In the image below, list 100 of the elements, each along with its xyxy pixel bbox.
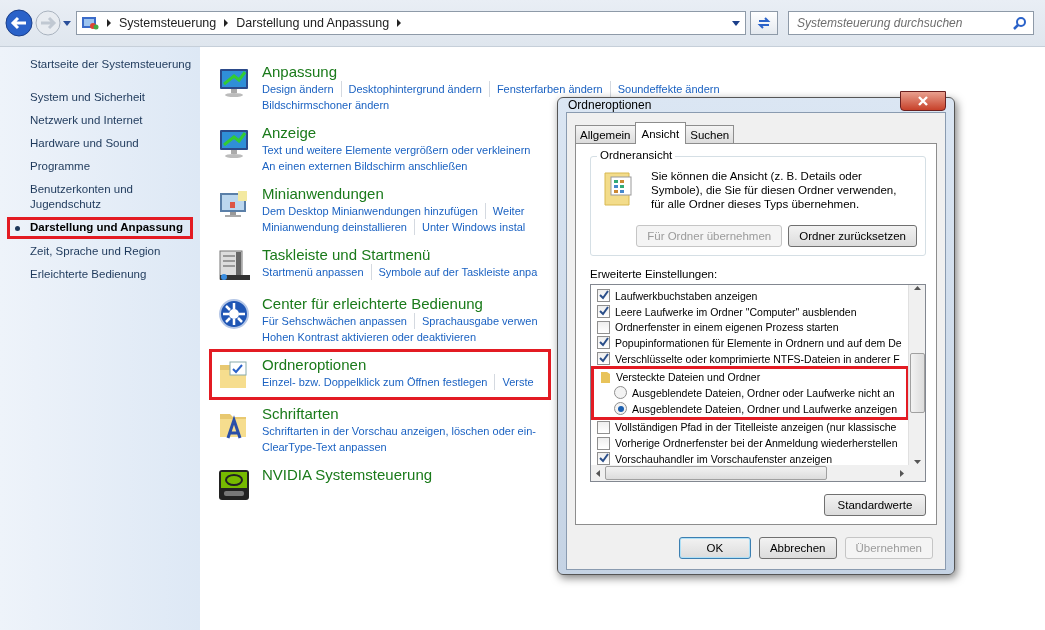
task-link[interactable]: Symbole auf der Taskleiste anpa (370, 264, 545, 280)
category-title[interactable]: Ordneroptionen (262, 355, 541, 374)
scroll-left-icon (595, 468, 601, 478)
task-link[interactable]: Für Sehschwächen anpassen (262, 313, 414, 329)
category-title[interactable]: NVIDIA Systemsteuerung (262, 465, 433, 484)
sidebar-item[interactable]: Hardware und Sound (30, 136, 180, 151)
task-link[interactable]: Weiter (484, 203, 532, 219)
back-button-icon (4, 8, 34, 38)
dropdown-caret-icon (731, 19, 741, 27)
sidebar-item[interactable]: Zeit, Sprache und Region (30, 244, 180, 259)
graphics-card-icon (218, 469, 250, 501)
setting-label[interactable]: Laufwerkbuchstaben anzeigen (615, 289, 758, 302)
tab[interactable]: Ansicht (634, 122, 687, 144)
sidebar-item[interactable]: System und Sicherheit (30, 90, 180, 105)
vertical-scrollbar[interactable] (908, 285, 925, 465)
checkmark-icon (598, 337, 609, 349)
forward-button-icon (34, 9, 62, 37)
accessibility-icon (218, 298, 250, 330)
task-link[interactable]: Minianwendung deinstallieren (262, 219, 414, 235)
setting-label[interactable]: Popupinformationen für Elemente in Ordnern und auf dem De (615, 336, 902, 349)
monitor-icon (218, 66, 250, 98)
control-panel-icon (81, 15, 99, 31)
tab[interactable]: Allgemein (575, 125, 636, 143)
breadcrumb-item[interactable]: Systemsteuerung (119, 16, 217, 30)
sidebar-item[interactable]: Erleichterte Bedienung (30, 267, 180, 282)
breadcrumb-arrow-icon[interactable] (107, 19, 111, 27)
task-link[interactable]: ClearType-Text anpassen (262, 439, 394, 455)
checkbox[interactable] (597, 320, 610, 334)
setting-label[interactable]: Vorherige Ordnerfenster bei der Anmeldung wiederherstellen (615, 437, 898, 450)
checkbox[interactable] (597, 305, 610, 319)
setting-label[interactable]: Leere Laufwerke im Ordner "Computer" ausblenden (615, 305, 857, 318)
folder-icon (600, 370, 611, 384)
description-text: Sie können die Ansicht (z. B. Details oder Symbole), die Sie für diesen Ordner verwenden, für alle Ordner dieses Typs übernehmen. (651, 169, 898, 211)
refresh-button[interactable] (750, 11, 778, 35)
breadcrumb-arrow-icon[interactable] (397, 19, 402, 27)
category-title[interactable]: Anpassung (262, 62, 548, 81)
horizontal-scrollbar[interactable] (591, 465, 925, 481)
checkbox[interactable] (597, 289, 610, 303)
task-link[interactable]: Dem Desktop Minianwendungen hinzufügen (262, 203, 485, 219)
dialog-button[interactable]: OK (678, 537, 751, 559)
checkbox[interactable] (597, 336, 610, 350)
scroll-up-icon (912, 285, 922, 291)
task-link[interactable]: Hohen Kontrast aktivieren oder deaktivieren (262, 329, 483, 345)
checkmark-icon (598, 306, 609, 318)
tab[interactable]: Suchen (685, 125, 735, 143)
setting-label[interactable]: Vorschauhandler im Vorschaufenster anzeigen (615, 452, 833, 465)
category-title[interactable]: Center für erleichterte Bedienung (262, 294, 545, 313)
address-bar[interactable]: Systemsteuerung Darstellung und Anpassung (76, 11, 746, 35)
sidebar-item[interactable]: Programme (30, 159, 180, 174)
setting-label[interactable]: Vollständigen Pfad in der Titelleiste anzeigen (nur klassische (615, 421, 897, 434)
dialog-button[interactable]: Abbrechen (758, 537, 837, 559)
dialog-title: Ordneroptionen (567, 98, 653, 112)
section-label: Erweiterte Einstellungen: (590, 268, 719, 280)
search-field[interactable]: Systemsteuerung durchsuchen (788, 11, 1034, 35)
checkmark-icon (598, 353, 609, 365)
refresh-icon (756, 15, 772, 31)
task-link[interactable]: Text und weitere Elemente vergrößern oder verkleinern (262, 142, 538, 158)
setting-label[interactable]: Ordnerfenster in einem eigenen Prozess starten (615, 321, 839, 334)
task-link[interactable]: Einzel- bzw. Doppelklick zum Öffnen festlegen (262, 374, 495, 390)
sidebar-item[interactable]: Netzwerk und Internet (30, 113, 180, 128)
close-icon (917, 96, 929, 106)
checkbox[interactable] (597, 452, 610, 465)
sidebar-item[interactable]: Darstellung und Anpassung (7, 217, 193, 239)
category-title[interactable]: Minianwendungen (262, 184, 533, 203)
category-title[interactable]: Anzeige (262, 123, 538, 142)
task-link[interactable]: Verste (494, 374, 541, 390)
task-link[interactable]: Design ändern (262, 81, 341, 97)
sidebar-item[interactable]: Benutzerkonten und Jugendschutz (30, 182, 180, 212)
checkbox[interactable] (597, 436, 610, 450)
setting-label[interactable]: Ausgeblendete Dateien, Ordner und Laufwerke anzeigen (632, 402, 898, 415)
task-link[interactable]: Unter Windows instal (413, 219, 533, 235)
task-link[interactable]: Schriftarten in der Vorschau anzeigen, löschen oder ein- (262, 423, 543, 439)
task-link[interactable]: Bildschirmschoner ändern (262, 97, 397, 113)
close-button[interactable] (900, 91, 946, 111)
radio-button[interactable] (614, 386, 627, 400)
task-link[interactable]: Sprachausgabe verwen (413, 313, 545, 329)
action-button[interactable]: Ordner zurücksetzen (788, 225, 917, 247)
scroll-right-icon (899, 468, 905, 478)
task-link[interactable]: Desktophintergrund ändern (340, 81, 489, 97)
breadcrumb-item[interactable]: Darstellung und Anpassung (236, 16, 390, 30)
search-icon (1013, 16, 1027, 30)
checkbox[interactable] (597, 420, 610, 434)
breadcrumb-arrow-icon[interactable] (224, 19, 229, 27)
category-title[interactable]: Taskleiste und Startmenü (262, 245, 545, 264)
category-title[interactable]: Schriftarten (262, 404, 543, 423)
taskbar-icon (218, 249, 250, 281)
folder-icon (218, 359, 250, 391)
group-title: Ordneransicht (597, 149, 676, 161)
checkbox[interactable] (597, 352, 610, 366)
radio-button[interactable] (614, 402, 627, 416)
setting-label[interactable]: Verschlüsselte oder komprimierte NTFS-Dateien in anderer F (615, 352, 900, 365)
dropdown-caret-icon (62, 19, 72, 27)
checkmark-icon (598, 453, 609, 465)
setting-label[interactable]: Ausgeblendete Dateien, Ordner oder Laufwerke nicht an (632, 386, 895, 399)
defaults-button[interactable]: Standardwerte (824, 494, 926, 516)
monitor-icon (218, 188, 250, 220)
monitor-icon (218, 127, 250, 159)
task-link[interactable]: Startmenü anpassen (262, 264, 371, 280)
sidebar-link[interactable]: Startseite der Systemsteuerung (30, 57, 200, 72)
task-link[interactable]: An einen externen Bildschirm anschließen (262, 158, 475, 174)
